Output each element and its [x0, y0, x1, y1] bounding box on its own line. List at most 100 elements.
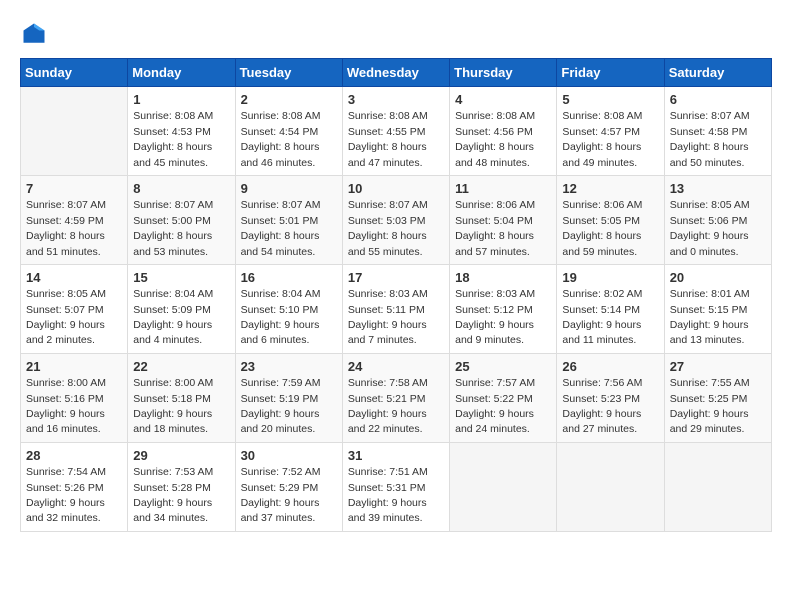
calendar-cell: 5 Sunrise: 8:08 AM Sunset: 4:57 PM Dayli…: [557, 87, 664, 176]
sunset-info: Sunset: 5:06 PM: [670, 215, 748, 227]
calendar-cell: 6 Sunrise: 8:07 AM Sunset: 4:58 PM Dayli…: [664, 87, 771, 176]
sunset-info: Sunset: 4:59 PM: [26, 215, 104, 227]
sunset-info: Sunset: 5:01 PM: [241, 215, 319, 227]
daylight-info: Daylight: 9 hours and 13 minutes.: [670, 319, 749, 346]
sunrise-info: Sunrise: 8:04 AM: [133, 288, 213, 300]
day-number: 19: [562, 270, 576, 285]
day-number: 11: [455, 181, 469, 196]
daylight-info: Daylight: 9 hours and 37 minutes.: [241, 497, 320, 524]
sunset-info: Sunset: 4:58 PM: [670, 126, 748, 138]
calendar-cell: 31 Sunrise: 7:51 AM Sunset: 5:31 PM Dayl…: [342, 442, 449, 531]
calendar-cell: [557, 442, 664, 531]
calendar-cell: 10 Sunrise: 8:07 AM Sunset: 5:03 PM Dayl…: [342, 175, 449, 264]
sunset-info: Sunset: 4:53 PM: [133, 126, 211, 138]
logo-icon: [20, 20, 48, 48]
calendar-cell: 7 Sunrise: 8:07 AM Sunset: 4:59 PM Dayli…: [21, 175, 128, 264]
sunrise-info: Sunrise: 8:05 AM: [26, 288, 106, 300]
daylight-info: Daylight: 9 hours and 18 minutes.: [133, 408, 212, 435]
sunrise-info: Sunrise: 7:51 AM: [348, 466, 428, 478]
day-number: 3: [348, 92, 355, 107]
calendar-cell: 12 Sunrise: 8:06 AM Sunset: 5:05 PM Dayl…: [557, 175, 664, 264]
sunrise-info: Sunrise: 8:07 AM: [133, 199, 213, 211]
calendar-cell: 3 Sunrise: 8:08 AM Sunset: 4:55 PM Dayli…: [342, 87, 449, 176]
calendar-cell: 19 Sunrise: 8:02 AM Sunset: 5:14 PM Dayl…: [557, 264, 664, 353]
sunset-info: Sunset: 5:12 PM: [455, 304, 533, 316]
calendar-cell: 25 Sunrise: 7:57 AM Sunset: 5:22 PM Dayl…: [450, 353, 557, 442]
sunset-info: Sunset: 5:31 PM: [348, 482, 426, 494]
calendar-header-row: SundayMondayTuesdayWednesdayThursdayFrid…: [21, 59, 772, 87]
calendar-cell: 13 Sunrise: 8:05 AM Sunset: 5:06 PM Dayl…: [664, 175, 771, 264]
day-number: 20: [670, 270, 684, 285]
day-number: 26: [562, 359, 576, 374]
daylight-info: Daylight: 9 hours and 7 minutes.: [348, 319, 427, 346]
sunrise-info: Sunrise: 8:04 AM: [241, 288, 321, 300]
day-number: 8: [133, 181, 140, 196]
logo: [20, 20, 52, 48]
sunrise-info: Sunrise: 8:02 AM: [562, 288, 642, 300]
sunset-info: Sunset: 5:21 PM: [348, 393, 426, 405]
header-thursday: Thursday: [450, 59, 557, 87]
daylight-info: Daylight: 9 hours and 29 minutes.: [670, 408, 749, 435]
sunrise-info: Sunrise: 8:08 AM: [241, 110, 321, 122]
day-number: 25: [455, 359, 469, 374]
sunrise-info: Sunrise: 7:55 AM: [670, 377, 750, 389]
daylight-info: Daylight: 9 hours and 0 minutes.: [670, 230, 749, 257]
daylight-info: Daylight: 8 hours and 47 minutes.: [348, 141, 427, 168]
calendar-cell: 15 Sunrise: 8:04 AM Sunset: 5:09 PM Dayl…: [128, 264, 235, 353]
day-number: 17: [348, 270, 362, 285]
daylight-info: Daylight: 8 hours and 53 minutes.: [133, 230, 212, 257]
calendar-cell: 22 Sunrise: 8:00 AM Sunset: 5:18 PM Dayl…: [128, 353, 235, 442]
day-number: 1: [133, 92, 140, 107]
sunset-info: Sunset: 4:57 PM: [562, 126, 640, 138]
daylight-info: Daylight: 9 hours and 2 minutes.: [26, 319, 105, 346]
day-number: 4: [455, 92, 462, 107]
sunset-info: Sunset: 5:11 PM: [348, 304, 425, 316]
calendar-cell: [450, 442, 557, 531]
sunset-info: Sunset: 5:16 PM: [26, 393, 104, 405]
sunset-info: Sunset: 5:22 PM: [455, 393, 533, 405]
day-number: 7: [26, 181, 33, 196]
day-number: 21: [26, 359, 40, 374]
sunrise-info: Sunrise: 7:59 AM: [241, 377, 321, 389]
sunrise-info: Sunrise: 8:03 AM: [455, 288, 535, 300]
daylight-info: Daylight: 9 hours and 32 minutes.: [26, 497, 105, 524]
day-number: 16: [241, 270, 255, 285]
calendar-cell: 11 Sunrise: 8:06 AM Sunset: 5:04 PM Dayl…: [450, 175, 557, 264]
sunset-info: Sunset: 5:15 PM: [670, 304, 748, 316]
sunrise-info: Sunrise: 8:03 AM: [348, 288, 428, 300]
sunrise-info: Sunrise: 8:07 AM: [241, 199, 321, 211]
day-number: 9: [241, 181, 248, 196]
day-number: 24: [348, 359, 362, 374]
calendar-cell: 27 Sunrise: 7:55 AM Sunset: 5:25 PM Dayl…: [664, 353, 771, 442]
week-row-5: 28 Sunrise: 7:54 AM Sunset: 5:26 PM Dayl…: [21, 442, 772, 531]
sunset-info: Sunset: 5:05 PM: [562, 215, 640, 227]
sunrise-info: Sunrise: 8:01 AM: [670, 288, 750, 300]
day-number: 18: [455, 270, 469, 285]
sunset-info: Sunset: 5:18 PM: [133, 393, 211, 405]
day-number: 28: [26, 448, 40, 463]
header-sunday: Sunday: [21, 59, 128, 87]
calendar-cell: [21, 87, 128, 176]
daylight-info: Daylight: 8 hours and 48 minutes.: [455, 141, 534, 168]
day-number: 2: [241, 92, 248, 107]
calendar-cell: 2 Sunrise: 8:08 AM Sunset: 4:54 PM Dayli…: [235, 87, 342, 176]
sunset-info: Sunset: 5:29 PM: [241, 482, 319, 494]
calendar-cell: 8 Sunrise: 8:07 AM Sunset: 5:00 PM Dayli…: [128, 175, 235, 264]
daylight-info: Daylight: 8 hours and 50 minutes.: [670, 141, 749, 168]
sunrise-info: Sunrise: 8:08 AM: [133, 110, 213, 122]
week-row-1: 1 Sunrise: 8:08 AM Sunset: 4:53 PM Dayli…: [21, 87, 772, 176]
daylight-info: Daylight: 9 hours and 39 minutes.: [348, 497, 427, 524]
day-number: 13: [670, 181, 684, 196]
day-number: 29: [133, 448, 147, 463]
daylight-info: Daylight: 9 hours and 27 minutes.: [562, 408, 641, 435]
sunrise-info: Sunrise: 8:08 AM: [455, 110, 535, 122]
sunset-info: Sunset: 5:19 PM: [241, 393, 319, 405]
sunrise-info: Sunrise: 7:57 AM: [455, 377, 535, 389]
daylight-info: Daylight: 9 hours and 9 minutes.: [455, 319, 534, 346]
sunset-info: Sunset: 5:26 PM: [26, 482, 104, 494]
calendar-cell: 1 Sunrise: 8:08 AM Sunset: 4:53 PM Dayli…: [128, 87, 235, 176]
day-number: 6: [670, 92, 677, 107]
sunrise-info: Sunrise: 7:53 AM: [133, 466, 213, 478]
calendar-table: SundayMondayTuesdayWednesdayThursdayFrid…: [20, 58, 772, 532]
day-number: 5: [562, 92, 569, 107]
